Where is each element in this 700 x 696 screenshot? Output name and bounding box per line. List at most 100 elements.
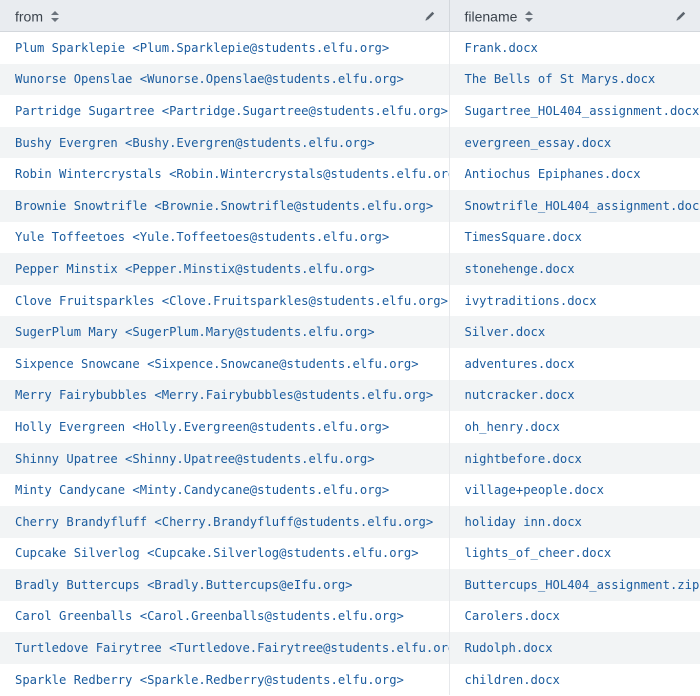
from-value-link[interactable]: Clove Fruitsparkles <Clove.Fruitsparkles…	[15, 294, 448, 308]
table-row: Partridge Sugartree <Partridge.Sugartree…	[0, 95, 700, 127]
table-row: Brownie Snowtrifle <Brownie.Snowtrifle@s…	[0, 189, 700, 222]
cell-from: Plum Sparklepie <Plum.Sparklepie@student…	[0, 31, 450, 64]
column-header-from[interactable]: from	[0, 0, 450, 32]
cell-filename: stonehenge.docx	[449, 253, 700, 285]
filename-value-link[interactable]: Buttercups_HOL404_assignment.zip	[465, 578, 700, 592]
table-row: Holly Evergreen <Holly.Evergreen@student…	[0, 411, 700, 443]
cell-from: Minty Candycane <Minty.Candycane@student…	[0, 474, 450, 506]
from-value-link[interactable]: Bradly Buttercups <Bradly.Buttercups@eIf…	[15, 578, 353, 592]
cell-filename: lights_of_cheer.docx	[449, 537, 700, 570]
table-row: Robin Wintercrystals <Robin.Wintercrysta…	[0, 158, 700, 190]
filename-value-link[interactable]: stonehenge.docx	[465, 262, 575, 276]
sort-icon[interactable]	[525, 10, 534, 22]
table-row: Sixpence Snowcane <Sixpence.Snowcane@stu…	[0, 347, 700, 380]
from-value-link[interactable]: Merry Fairybubbles <Merry.Fairybubbles@s…	[15, 388, 433, 402]
filename-value-link[interactable]: children.docx	[465, 673, 560, 687]
table-header: from filename	[0, 0, 700, 32]
cell-from: Cupcake Silverlog <Cupcake.Silverlog@stu…	[0, 537, 450, 570]
filename-value-link[interactable]: nightbefore.docx	[465, 452, 582, 466]
cell-from: Bushy Evergren <Bushy.Evergren@students.…	[0, 126, 450, 159]
from-value-link[interactable]: Holly Evergreen <Holly.Evergreen@student…	[15, 420, 389, 434]
filename-value-link[interactable]: ivytraditions.docx	[465, 294, 597, 308]
from-value-link[interactable]: Cherry Brandyfluff <Cherry.Brandyfluff@s…	[15, 515, 433, 529]
from-value-link[interactable]: SugerPlum Mary <SugerPlum.Mary@students.…	[15, 325, 375, 339]
table-row: Merry Fairybubbles <Merry.Fairybubbles@s…	[0, 379, 700, 412]
filename-value-link[interactable]: Antiochus Epiphanes.docx	[465, 167, 641, 181]
cell-from: Holly Evergreen <Holly.Evergreen@student…	[0, 411, 450, 443]
cell-filename: Silver.docx	[449, 316, 700, 348]
table-row: Turtledove Fairytree <Turtledove.Fairytr…	[0, 632, 700, 664]
table-row: Sparkle Redberry <Sparkle.Redberry@stude…	[0, 663, 700, 696]
filename-value-link[interactable]: The Bells of St Marys.docx	[465, 72, 656, 86]
filename-value-link[interactable]: village+people.docx	[465, 483, 604, 497]
table-row: Carol Greenballs <Carol.Greenballs@stude…	[0, 600, 700, 633]
from-value-link[interactable]: Plum Sparklepie <Plum.Sparklepie@student…	[15, 41, 389, 55]
table-row: Shinny Upatree <Shinny.Upatree@students.…	[0, 442, 700, 475]
cell-from: Turtledove Fairytree <Turtledove.Fairytr…	[0, 632, 450, 664]
table-row: Clove Fruitsparkles <Clove.Fruitsparkles…	[0, 284, 700, 317]
filename-value-link[interactable]: evergreen_essay.docx	[465, 136, 612, 150]
cell-from: Robin Wintercrystals <Robin.Wintercrysta…	[0, 158, 450, 190]
cell-from: Yule Toffeetoes <Yule.Toffeetoes@student…	[0, 221, 450, 254]
column-header-label[interactable]: filename	[465, 8, 518, 24]
filename-value-link[interactable]: Snowtrifle_HOL404_assignment.docx	[465, 199, 700, 213]
cell-from: Sixpence Snowcane <Sixpence.Snowcane@stu…	[0, 347, 450, 380]
cell-from: Clove Fruitsparkles <Clove.Fruitsparkles…	[0, 284, 450, 317]
cell-from: Bradly Buttercups <Bradly.Buttercups@eIf…	[0, 569, 450, 601]
filename-value-link[interactable]: adventures.docx	[465, 357, 575, 371]
cell-from: Shinny Upatree <Shinny.Upatree@students.…	[0, 442, 450, 475]
cell-filename: Buttercups_HOL404_assignment.zip	[449, 569, 700, 601]
cell-from: Wunorse Openslae <Wunorse.Openslae@stude…	[0, 63, 450, 96]
cell-from: Pepper Minstix <Pepper.Minstix@students.…	[0, 253, 450, 285]
table-row: Cherry Brandyfluff <Cherry.Brandyfluff@s…	[0, 505, 700, 538]
cell-filename: Sugartree_HOL404_assignment.docx	[449, 95, 700, 127]
from-value-link[interactable]: Partridge Sugartree <Partridge.Sugartree…	[15, 104, 448, 118]
cell-from: Merry Fairybubbles <Merry.Fairybubbles@s…	[0, 379, 450, 412]
filename-value-link[interactable]: Rudolph.docx	[465, 641, 553, 655]
cell-filename: adventures.docx	[449, 347, 700, 380]
cell-filename: Frank.docx	[449, 31, 700, 64]
cell-filename: evergreen_essay.docx	[449, 126, 700, 159]
cell-filename: Snowtrifle_HOL404_assignment.docx	[449, 189, 700, 222]
from-value-link[interactable]: Sparkle Redberry <Sparkle.Redberry@stude…	[15, 673, 404, 687]
pencil-icon[interactable]	[424, 10, 436, 22]
filename-value-link[interactable]: Frank.docx	[465, 41, 538, 55]
cell-filename: nutcracker.docx	[449, 379, 700, 412]
filename-value-link[interactable]: nutcracker.docx	[465, 388, 575, 402]
from-value-link[interactable]: Sixpence Snowcane <Sixpence.Snowcane@stu…	[15, 357, 419, 371]
from-value-link[interactable]: Minty Candycane <Minty.Candycane@student…	[15, 483, 389, 497]
pencil-icon[interactable]	[675, 10, 687, 22]
from-value-link[interactable]: Robin Wintercrystals <Robin.Wintercrysta…	[15, 167, 448, 181]
column-header-label[interactable]: from	[15, 8, 43, 24]
cell-filename: The Bells of St Marys.docx	[449, 63, 700, 96]
column-header-filename[interactable]: filename	[449, 0, 700, 32]
filename-value-link[interactable]: TimesSquare.docx	[465, 230, 582, 244]
cell-from: Cherry Brandyfluff <Cherry.Brandyfluff@s…	[0, 505, 450, 538]
cell-from: SugerPlum Mary <SugerPlum.Mary@students.…	[0, 316, 450, 348]
from-value-link[interactable]: Cupcake Silverlog <Cupcake.Silverlog@stu…	[15, 546, 419, 560]
filename-value-link[interactable]: Silver.docx	[465, 325, 546, 339]
filename-value-link[interactable]: lights_of_cheer.docx	[465, 546, 612, 560]
table-row: Bradly Buttercups <Bradly.Buttercups@eIf…	[0, 569, 700, 601]
from-value-link[interactable]: Shinny Upatree <Shinny.Upatree@students.…	[15, 452, 375, 466]
from-value-link[interactable]: Carol Greenballs <Carol.Greenballs@stude…	[15, 609, 404, 623]
cell-from: Partridge Sugartree <Partridge.Sugartree…	[0, 95, 450, 127]
filename-value-link[interactable]: Carolers.docx	[465, 609, 560, 623]
table-row: Bushy Evergren <Bushy.Evergren@students.…	[0, 126, 700, 159]
cell-filename: Carolers.docx	[449, 600, 700, 633]
table-row: Wunorse Openslae <Wunorse.Openslae@stude…	[0, 63, 700, 96]
filename-value-link[interactable]: Sugartree_HOL404_assignment.docx	[465, 104, 700, 118]
from-value-link[interactable]: Brownie Snowtrifle <Brownie.Snowtrifle@s…	[15, 199, 433, 213]
table-body: Plum Sparklepie <Plum.Sparklepie@student…	[0, 31, 700, 696]
cell-filename: village+people.docx	[449, 474, 700, 506]
sort-icon[interactable]	[50, 10, 59, 22]
from-value-link[interactable]: Wunorse Openslae <Wunorse.Openslae@stude…	[15, 72, 404, 86]
from-value-link[interactable]: Turtledove Fairytree <Turtledove.Fairytr…	[15, 641, 448, 655]
filename-value-link[interactable]: holiday inn.docx	[465, 515, 582, 529]
from-value-link[interactable]: Yule Toffeetoes <Yule.Toffeetoes@student…	[15, 230, 389, 244]
cell-filename: nightbefore.docx	[449, 442, 700, 475]
filename-value-link[interactable]: oh_henry.docx	[465, 420, 560, 434]
table-row: Plum Sparklepie <Plum.Sparklepie@student…	[0, 31, 700, 64]
from-value-link[interactable]: Pepper Minstix <Pepper.Minstix@students.…	[15, 262, 375, 276]
from-value-link[interactable]: Bushy Evergren <Bushy.Evergren@students.…	[15, 136, 375, 150]
